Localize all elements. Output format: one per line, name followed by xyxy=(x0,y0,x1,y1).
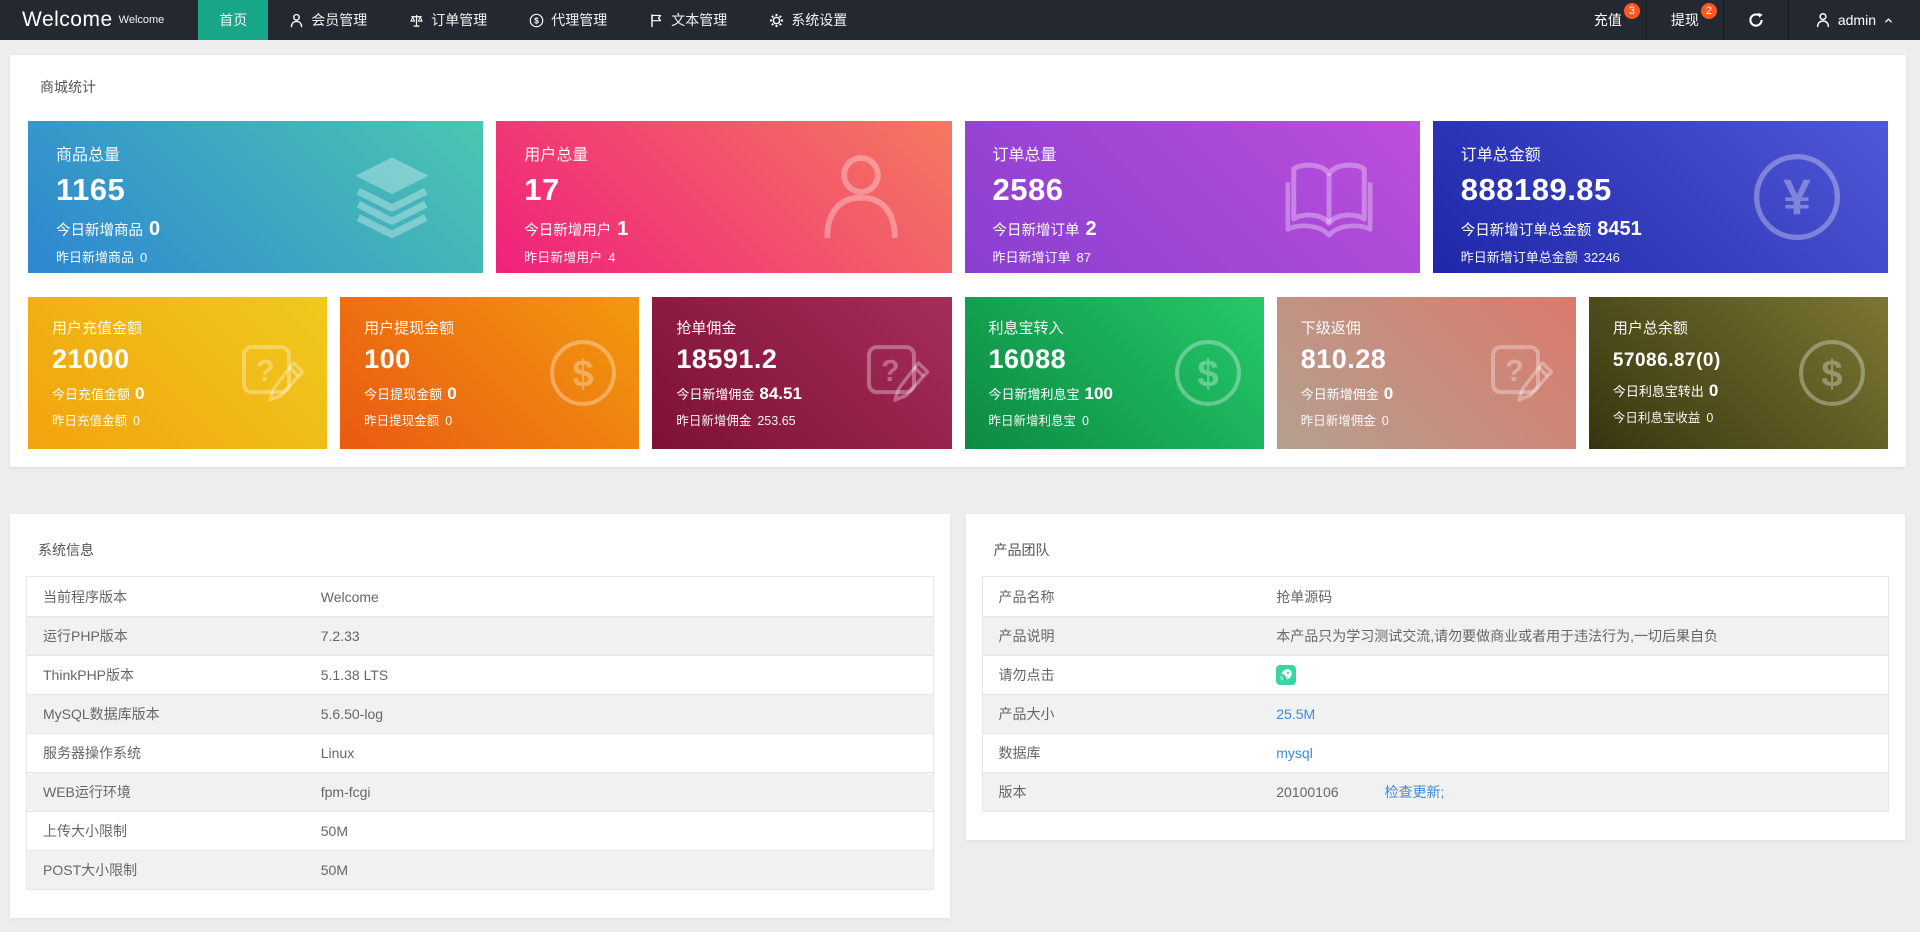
table-row: 运行PHP版本 7.2.33 xyxy=(27,616,933,655)
stat-card-commission: 抢单佣金 18591.2 今日新增佣金 84.51 昨日新增佣金 253.65 xyxy=(652,297,952,449)
navbar-actions: 充值 3 提现 2 admin xyxy=(1570,0,1920,40)
chevron-up-icon xyxy=(1883,15,1894,26)
table-row: 产品说明 本产品只为学习测试交流,请勿要做商业或者用于违法行为,一切后果自负 xyxy=(982,616,1888,655)
product-team-title: 产品团队 xyxy=(993,542,1050,558)
table-row: 产品大小 25.5M xyxy=(982,694,1888,733)
scales-icon xyxy=(409,13,424,28)
menu-item-agents[interactable]: 代理管理 xyxy=(508,0,628,40)
dollar-circle-icon xyxy=(1172,337,1244,409)
database-link[interactable]: mysql xyxy=(1276,745,1313,761)
product-size-link[interactable]: 25.5M xyxy=(1276,706,1315,722)
flag-icon xyxy=(649,13,664,28)
product-team-table: 产品名称 抢单源码 产品说明 本产品只为学习测试交流,请勿要做商业或者用于违法行为,… xyxy=(981,576,1889,812)
stat-card-recharge: 用户充值金额 21000 今日充值金额 0 昨日充值金额 0 xyxy=(28,297,328,449)
gear-icon xyxy=(769,13,784,28)
check-update-link[interactable]: 检查更新; xyxy=(1385,782,1445,802)
stat-card-orders: 订单总量 2586 今日新增订单 2 昨日新增订单 87 xyxy=(964,121,1420,273)
product-team-card: 产品团队 产品名称 抢单源码 产品说明 本产品只为学习测试交流,请勿要做商业或者用于… xyxy=(965,514,1905,840)
recharge-button[interactable]: 充值 3 xyxy=(1570,0,1646,40)
table-row: 当前程序版本 Welcome xyxy=(27,577,933,616)
user-icon xyxy=(289,13,304,28)
table-row: POST大小限制 50M xyxy=(27,850,933,889)
dollar-circle-icon xyxy=(547,337,619,409)
dashboard-page: Welcome Welcome 首页 会员管理 订单管理 代理管理 文本管理 系… xyxy=(0,0,1920,932)
withdraw-badge: 2 xyxy=(1700,3,1717,19)
system-info-title: 系统信息 xyxy=(38,542,94,558)
top-navbar: Welcome Welcome 首页 会员管理 订单管理 代理管理 文本管理 系… xyxy=(0,0,1920,40)
table-row: 数据库 mysql xyxy=(982,733,1888,772)
refresh-button[interactable] xyxy=(1722,0,1788,40)
logo-superscript: Welcome xyxy=(118,14,165,26)
table-row: ThinkPHP版本 5.1.38 LTS xyxy=(27,655,933,694)
menu-item-orders[interactable]: 订单管理 xyxy=(388,0,508,40)
stat-card-interest-in: 利息宝转入 16088 今日新增利息宝 100 昨日新增利息宝 0 xyxy=(964,297,1264,449)
stat-card-rebate: 下级返佣 810.28 今日新增佣金 0 昨日新增佣金 0 xyxy=(1276,297,1576,449)
app-logo: Welcome Welcome xyxy=(0,0,186,40)
stat-card-products: 商品总量 1165 今日新增商品 0 昨日新增商品 0 xyxy=(28,121,484,273)
logo-text: Welcome xyxy=(22,8,113,31)
person-icon xyxy=(814,150,908,244)
table-row: MySQL数据库版本 5.6.50-log xyxy=(27,694,933,733)
stat-card-order-amount: 订单总金额 888189.85 今日新增订单总金额 8451 昨日新增订单总金额 3… xyxy=(1432,121,1888,273)
user-menu[interactable]: admin xyxy=(1787,0,1920,40)
username: admin xyxy=(1837,12,1876,28)
withdraw-button[interactable]: 提现 2 xyxy=(1645,0,1723,40)
stats-row-1: 商品总量 1165 今日新增商品 0 昨日新增商品 0 用户总量 17 今日新增用户… xyxy=(28,121,1888,273)
main-menu: 首页 会员管理 订单管理 代理管理 文本管理 系统设置 xyxy=(198,0,868,40)
refresh-icon xyxy=(1748,12,1764,28)
layers-icon xyxy=(345,150,439,244)
stats-row-2: 用户充值金额 21000 今日充值金额 0 昨日充值金额 0 用户提现金额 100 … xyxy=(28,297,1889,449)
dollar-circle-icon xyxy=(529,13,544,28)
rocket-button[interactable] xyxy=(1276,665,1297,685)
system-info-card: 系统信息 当前程序版本 Welcome 运行PHP版本 7.2.33 ThinkPH… xyxy=(10,514,950,918)
version-value: 20100106 xyxy=(1276,784,1339,800)
recharge-badge: 3 xyxy=(1623,3,1640,19)
menu-item-members[interactable]: 会员管理 xyxy=(268,0,388,40)
question-doc-icon xyxy=(235,337,307,409)
yen-circle-icon xyxy=(1750,150,1844,244)
menu-item-text[interactable]: 文本管理 xyxy=(628,0,748,40)
stat-card-withdraw: 用户提现金额 100 今日提现金额 0 昨日提现金额 0 xyxy=(340,297,640,449)
stat-card-users: 用户总量 17 今日新增用户 1 昨日新增用户 4 xyxy=(496,121,952,273)
stats-panel: 商城统计 商品总量 1165 今日新增商品 0 昨日新增商品 0 用户总量 17 今… xyxy=(10,55,1906,467)
table-row: 请勿点击 xyxy=(982,655,1888,694)
book-icon xyxy=(1282,150,1376,244)
menu-item-settings[interactable]: 系统设置 xyxy=(748,0,868,40)
table-row: 版本 20100106 检查更新; xyxy=(982,772,1888,811)
user-icon xyxy=(1815,12,1831,28)
rocket-icon xyxy=(1279,668,1293,682)
menu-item-home[interactable]: 首页 xyxy=(198,0,269,40)
table-row: 上传大小限制 50M xyxy=(27,811,933,850)
question-doc-icon xyxy=(1484,337,1556,409)
bottom-section: 系统信息 当前程序版本 Welcome 运行PHP版本 7.2.33 ThinkPH… xyxy=(10,514,1905,918)
table-row: WEB运行环境 fpm-fcgi xyxy=(27,772,933,811)
system-info-table: 当前程序版本 Welcome 运行PHP版本 7.2.33 ThinkPHP版本 5.… xyxy=(26,576,934,890)
table-row: 产品名称 抢单源码 xyxy=(982,577,1888,616)
dollar-circle-icon xyxy=(1796,337,1868,409)
question-doc-icon xyxy=(860,337,932,409)
stats-panel-title: 商城统计 xyxy=(40,79,96,95)
stat-card-balance: 用户总余额 57086.87(0) 今日利息宝转出 0 今日利息宝收益 0 xyxy=(1588,297,1889,449)
table-row: 服务器操作系统 Linux xyxy=(27,733,933,772)
